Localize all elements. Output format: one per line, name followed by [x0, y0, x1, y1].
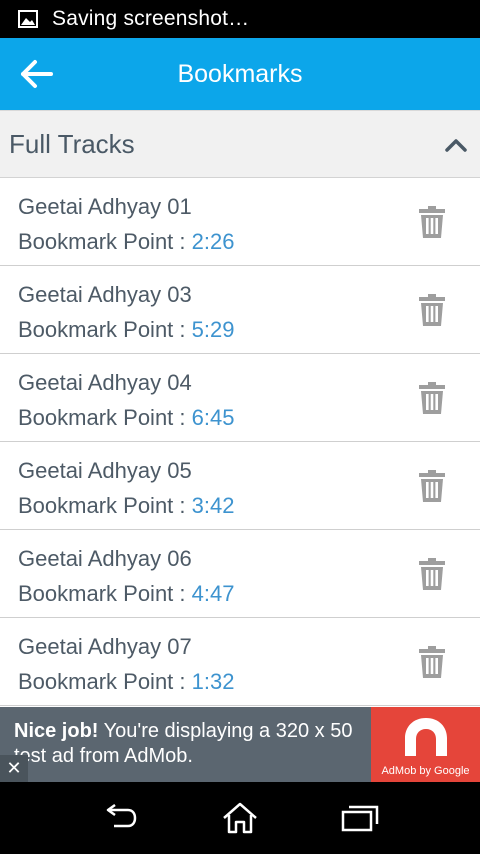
bookmark-point: Bookmark Point : 6:45 — [18, 405, 234, 431]
ad-close-button[interactable]: ✕ — [0, 755, 28, 782]
bookmark-point-label: Bookmark Point : — [18, 405, 192, 430]
app-bar: Bookmarks — [0, 38, 480, 110]
bookmark-time: 3:42 — [191, 493, 235, 518]
section-title: Full Tracks — [9, 128, 135, 159]
close-icon: ✕ — [6, 758, 22, 778]
bookmark-point: Bookmark Point : 4:47 — [18, 581, 234, 607]
bookmark-time: 2:26 — [191, 229, 235, 254]
ad-banner[interactable]: Nice job! You're displaying a 320 x 50 t… — [0, 707, 480, 782]
status-text: Saving screenshot… — [52, 7, 250, 30]
bookmark-point-label: Bookmark Point : — [18, 493, 192, 518]
recents-icon — [341, 805, 379, 832]
trash-icon — [419, 646, 445, 678]
bookmark-time: 1:32 — [191, 669, 235, 694]
bookmark-point: Bookmark Point : 2:26 — [18, 229, 234, 255]
arrow-left-icon — [21, 60, 53, 88]
image-icon — [18, 10, 38, 28]
trash-icon — [419, 558, 445, 590]
bookmark-time: 6:45 — [191, 405, 235, 430]
bookmark-row[interactable]: Geetai Adhyay 07 Bookmark Point : 1:32 — [0, 618, 480, 706]
system-nav-bar — [0, 782, 480, 854]
bookmark-row[interactable]: Geetai Adhyay 03 Bookmark Point : 5:29 — [0, 266, 480, 354]
bookmark-track-name: Geetai Adhyay 07 — [18, 634, 192, 659]
chevron-up-icon[interactable] — [442, 131, 470, 159]
page-title: Bookmarks — [177, 59, 303, 88]
delete-button[interactable] — [416, 468, 448, 504]
status-bar: Saving screenshot… — [0, 0, 480, 38]
bookmark-track-name: Geetai Adhyay 04 — [18, 370, 192, 395]
bookmark-point: Bookmark Point : 3:42 — [18, 493, 234, 519]
bookmark-track-name: Geetai Adhyay 05 — [18, 458, 192, 483]
back-button[interactable] — [16, 54, 56, 94]
bookmark-point-label: Bookmark Point : — [18, 581, 192, 606]
bookmark-point-label: Bookmark Point : — [18, 669, 192, 694]
bookmark-row[interactable]: Geetai Adhyay 05 Bookmark Point : 3:42 — [0, 442, 480, 530]
bookmark-point: Bookmark Point : 5:29 — [18, 317, 234, 343]
bookmark-track-name: Geetai Adhyay 03 — [18, 282, 192, 307]
bookmark-track-name: Geetai Adhyay 06 — [18, 546, 192, 571]
nav-back-button[interactable] — [100, 800, 140, 836]
trash-icon — [419, 294, 445, 326]
admob-icon — [404, 718, 447, 756]
bookmark-row[interactable]: Geetai Adhyay 06 Bookmark Point : 4:47 — [0, 530, 480, 618]
ad-brand: AdMob by Google — [381, 765, 470, 777]
trash-icon — [419, 206, 445, 238]
bookmark-row[interactable]: Geetai Adhyay 01 Bookmark Point : 2:26 — [0, 178, 480, 266]
bookmark-time: 4:47 — [191, 581, 235, 606]
delete-button[interactable] — [416, 644, 448, 680]
bookmark-point-label: Bookmark Point : — [18, 229, 192, 254]
ad-text: Nice job! You're displaying a 320 x 50 t… — [14, 719, 366, 769]
trash-icon — [419, 470, 445, 502]
bookmark-row[interactable]: Geetai Adhyay 04 Bookmark Point : 6:45 — [0, 354, 480, 442]
bookmark-point-label: Bookmark Point : — [18, 317, 192, 342]
home-icon — [223, 802, 257, 834]
bookmark-point: Bookmark Point : 1:32 — [18, 669, 234, 695]
nav-home-button[interactable] — [220, 800, 260, 836]
admob-logo[interactable]: AdMob by Google — [371, 707, 480, 782]
bookmark-time: 5:29 — [191, 317, 235, 342]
section-header-full-tracks[interactable]: Full Tracks — [0, 110, 480, 178]
delete-button[interactable] — [416, 380, 448, 416]
delete-button[interactable] — [416, 292, 448, 328]
delete-button[interactable] — [416, 204, 448, 240]
trash-icon — [419, 382, 445, 414]
delete-button[interactable] — [416, 556, 448, 592]
nav-recents-button[interactable] — [340, 800, 380, 836]
bookmark-list: Geetai Adhyay 01 Bookmark Point : 2:26 G… — [0, 178, 480, 706]
back-icon — [106, 804, 137, 828]
bookmark-track-name: Geetai Adhyay 01 — [18, 194, 192, 219]
ad-headline: Nice job! — [14, 720, 99, 742]
